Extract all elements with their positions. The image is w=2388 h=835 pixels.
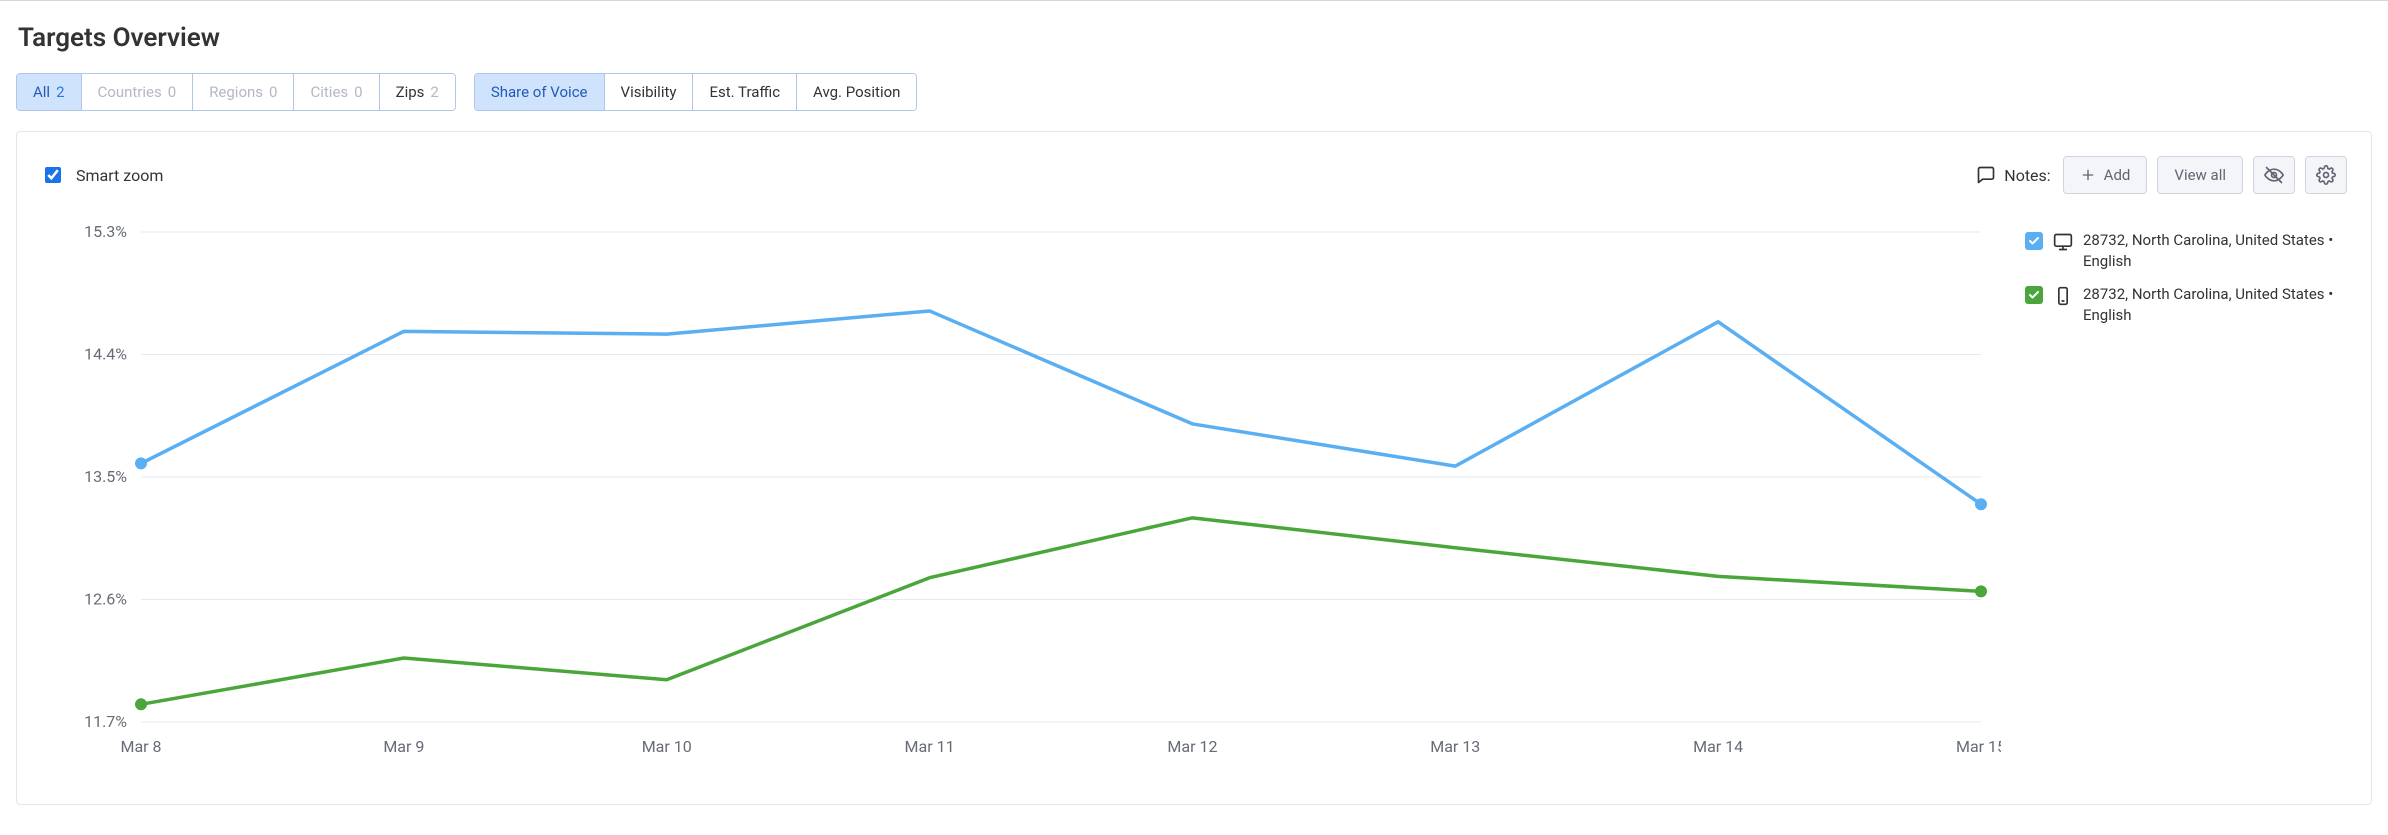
line-chart[interactable]: 15.3% 14.4% 13.5% 12.6% 11.7% Mar 8 Mar 9 Mar 1… bbox=[41, 202, 2001, 776]
notes-icon bbox=[1976, 165, 1996, 185]
y-tick-label: 14.4% bbox=[84, 345, 127, 364]
legend-check-b[interactable] bbox=[2025, 286, 2043, 304]
chart-legend: 28732, North Carolina, United States • E… bbox=[2001, 202, 2347, 776]
series-point bbox=[135, 457, 147, 469]
view-all-label: View all bbox=[2174, 166, 2226, 184]
series-line-0 bbox=[141, 311, 1981, 504]
x-tick-label: Mar 15 bbox=[1956, 737, 2001, 756]
x-tick-label: Mar 9 bbox=[383, 737, 424, 756]
targets-type-segment: All 2 Countries 0 Regions 0 Cities 0 Zip… bbox=[16, 73, 456, 111]
legend-item-series-a[interactable]: 28732, North Carolina, United States • E… bbox=[2025, 230, 2347, 272]
filter-all-label: All bbox=[33, 83, 50, 101]
metric-traffic-label: Est. Traffic bbox=[709, 83, 780, 101]
chart-wrap: 15.3% 14.4% 13.5% 12.6% 11.7% Mar 8 Mar 9 Mar 1… bbox=[41, 202, 2347, 776]
legend-label-b: 28732, North Carolina, United States • E… bbox=[2083, 284, 2347, 326]
metric-sov-label: Share of Voice bbox=[491, 83, 588, 101]
legend-label-a: 28732, North Carolina, United States • E… bbox=[2083, 230, 2347, 272]
smart-zoom-toggle[interactable]: Smart zoom bbox=[41, 164, 163, 186]
legend-check-a[interactable] bbox=[2025, 232, 2043, 250]
toolbar: All 2 Countries 0 Regions 0 Cities 0 Zip… bbox=[16, 73, 2372, 111]
filter-regions-label: Regions bbox=[209, 83, 263, 101]
x-tick-label: Mar 10 bbox=[642, 737, 692, 756]
plus-icon bbox=[2080, 167, 2096, 183]
notes-label-text: Notes: bbox=[2004, 166, 2050, 185]
filter-countries[interactable]: Countries 0 bbox=[82, 74, 194, 110]
metric-visibility[interactable]: Visibility bbox=[605, 74, 694, 110]
filter-countries-count: 0 bbox=[168, 83, 176, 101]
hide-notes-button[interactable] bbox=[2253, 156, 2295, 194]
smart-zoom-label: Smart zoom bbox=[76, 166, 163, 185]
filter-zips-label: Zips bbox=[396, 83, 425, 101]
filter-cities[interactable]: Cities 0 bbox=[294, 74, 379, 110]
filter-cities-count: 0 bbox=[354, 83, 362, 101]
desktop-icon bbox=[2053, 232, 2073, 256]
x-tick-label: Mar 12 bbox=[1167, 737, 1217, 756]
metric-segment: Share of Voice Visibility Est. Traffic A… bbox=[474, 73, 918, 111]
y-tick-label: 11.7% bbox=[84, 712, 127, 731]
metric-share-of-voice[interactable]: Share of Voice bbox=[475, 74, 605, 110]
smart-zoom-checkbox[interactable] bbox=[45, 167, 61, 183]
x-tick-label: Mar 13 bbox=[1430, 737, 1480, 756]
chart-settings-button[interactable] bbox=[2305, 156, 2347, 194]
series-point bbox=[135, 698, 147, 710]
filter-all-count: 2 bbox=[56, 83, 64, 101]
filter-countries-label: Countries bbox=[98, 83, 162, 101]
x-tick-label: Mar 8 bbox=[120, 737, 161, 756]
legend-item-series-b[interactable]: 28732, North Carolina, United States • E… bbox=[2025, 284, 2347, 326]
page-title: Targets Overview bbox=[18, 23, 2372, 53]
notes-label-wrap: Notes: bbox=[1976, 165, 2050, 185]
add-note-button[interactable]: Add bbox=[2063, 156, 2148, 194]
y-tick-label: 15.3% bbox=[84, 222, 127, 241]
metric-avg-position[interactable]: Avg. Position bbox=[797, 74, 916, 110]
targets-overview-section: Targets Overview All 2 Countries 0 Regio… bbox=[0, 0, 2388, 835]
filter-regions-count: 0 bbox=[269, 83, 277, 101]
y-tick-label: 12.6% bbox=[84, 590, 127, 609]
metric-vis-label: Visibility bbox=[621, 83, 677, 101]
filter-zips-count: 2 bbox=[430, 83, 438, 101]
series-point bbox=[1975, 585, 1987, 597]
metric-pos-label: Avg. Position bbox=[813, 83, 900, 101]
filter-cities-label: Cities bbox=[310, 83, 348, 101]
series-point bbox=[1975, 498, 1987, 510]
panel-actions: Notes: Add View all bbox=[1976, 156, 2347, 194]
filter-zips[interactable]: Zips 2 bbox=[380, 74, 455, 110]
y-tick-label: 13.5% bbox=[84, 467, 127, 486]
chart-panel: Smart zoom Notes: Add View all bbox=[16, 131, 2372, 805]
filter-regions[interactable]: Regions 0 bbox=[193, 74, 294, 110]
chart-svg: 15.3% 14.4% 13.5% 12.6% 11.7% Mar 8 Mar 9 Mar 1… bbox=[41, 202, 2001, 772]
panel-header: Smart zoom Notes: Add View all bbox=[41, 156, 2347, 194]
series-line-1 bbox=[141, 518, 1981, 704]
add-note-label: Add bbox=[2104, 166, 2131, 184]
eye-off-icon bbox=[2264, 165, 2284, 185]
gear-icon bbox=[2316, 165, 2336, 185]
view-all-notes-button[interactable]: View all bbox=[2157, 156, 2243, 194]
metric-est-traffic[interactable]: Est. Traffic bbox=[693, 74, 797, 110]
mobile-icon bbox=[2053, 286, 2073, 310]
x-tick-label: Mar 14 bbox=[1693, 737, 1743, 756]
filter-all[interactable]: All 2 bbox=[17, 74, 82, 110]
x-tick-label: Mar 11 bbox=[905, 737, 955, 756]
